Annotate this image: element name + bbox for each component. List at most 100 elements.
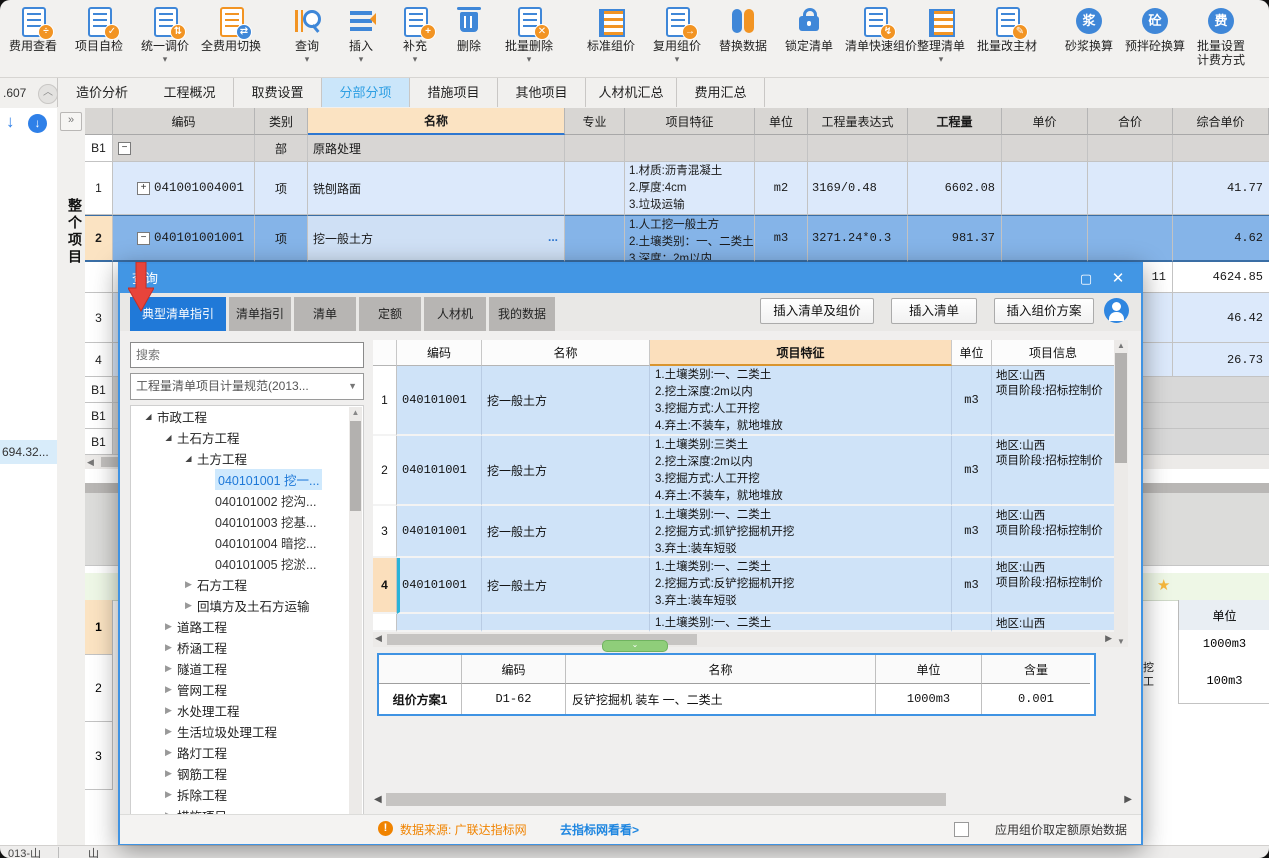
lower-row-number[interactable]: 2 bbox=[85, 655, 113, 722]
collapse-up-icon[interactable]: ︿ bbox=[38, 84, 58, 104]
toolbar-mortar-conversion[interactable]: 浆 砂浆换算 bbox=[1056, 6, 1122, 64]
collapse-row-icon[interactable]: − bbox=[118, 142, 131, 155]
col-header-code[interactable]: 编码 bbox=[113, 108, 255, 135]
collapse-row-icon[interactable]: − bbox=[137, 232, 150, 245]
result-horizontal-scrollbar[interactable]: ◀▶ bbox=[373, 632, 1114, 647]
toolbar-batch-fee-mode[interactable]: 费 批量设置计费方式 bbox=[1188, 6, 1254, 78]
side-panel-item[interactable]: 694.32... bbox=[0, 440, 57, 464]
search-input[interactable] bbox=[130, 342, 364, 368]
spec-select[interactable]: 工程量清单项目计量规范(2013...▼ bbox=[130, 373, 364, 400]
tab-measure-items[interactable]: 措施项目 bbox=[410, 78, 498, 107]
result-row-partial[interactable]: 1.土壤类别:一、二类土 地区:山西 bbox=[373, 614, 1114, 632]
table-row[interactable]: 1 +041001004001 项 铣刨路面 1.材质:沥青混凝土 2.厚度:4… bbox=[85, 162, 1269, 215]
tree-item[interactable]: ▶钢筋工程 bbox=[131, 763, 363, 784]
tree-scrollbar[interactable]: ▲ ▼ bbox=[349, 407, 362, 841]
tab-list[interactable]: 清单 bbox=[294, 297, 356, 331]
tab-subsection-items[interactable]: 分部分项 bbox=[322, 78, 410, 107]
apply-original-quota-checkbox[interactable] bbox=[954, 822, 969, 837]
tab-my-data[interactable]: 我的数据 bbox=[489, 297, 555, 331]
tree-item[interactable]: ▶道路工程 bbox=[131, 616, 363, 637]
toolbar-full-cost-switch[interactable]: ⇄ 全费用切换 bbox=[198, 6, 264, 64]
download-circle-icon[interactable]: ↓ bbox=[28, 114, 47, 133]
insert-list-and-price-button[interactable]: 插入清单及组价 bbox=[760, 298, 874, 324]
col-header-features[interactable]: 项目特征 bbox=[650, 340, 952, 366]
toolbar-unified-adjust-price[interactable]: ⇅ 统一调价 ▾ bbox=[132, 6, 198, 64]
scroll-left-icon[interactable]: ◀ bbox=[87, 455, 94, 469]
tree-item[interactable]: 040101004 暗挖... bbox=[131, 532, 363, 553]
lower-row-number[interactable]: 3 bbox=[85, 722, 113, 790]
toolbar-insert[interactable]: 插入 ▾ bbox=[334, 6, 388, 64]
user-avatar-icon[interactable] bbox=[1104, 298, 1129, 323]
toolbar-query[interactable]: 查询 ▾ bbox=[280, 6, 334, 64]
dropdown-caret-icon[interactable]: ▾ bbox=[527, 54, 532, 64]
tree-item[interactable]: ▶拆除工程 bbox=[131, 784, 363, 805]
close-icon[interactable]: ✕ bbox=[1103, 264, 1133, 293]
toolbar-lock-list[interactable]: 锁定清单 bbox=[776, 6, 842, 64]
index-site-link[interactable]: 去指标网看看> bbox=[560, 821, 639, 838]
tab-labor-material[interactable]: 人材机 bbox=[424, 297, 486, 331]
col-header-project-info[interactable]: 项目信息 bbox=[992, 340, 1114, 366]
expand-row-icon[interactable]: + bbox=[137, 182, 150, 195]
result-vertical-scrollbar[interactable]: ▲ ▼ bbox=[1114, 340, 1128, 647]
col-header-features[interactable]: 项目特征 bbox=[625, 108, 755, 135]
dialog-title-bar[interactable]: 查询 ▢ ✕ bbox=[120, 264, 1141, 293]
tree-item[interactable]: ▶回填方及土石方运输 bbox=[131, 595, 363, 616]
tree-item[interactable]: ◢土方工程 bbox=[131, 448, 363, 469]
result-row-selected[interactable]: 4 040101001 挖一般土方 1.土壤类别:一、二类土2.挖掘方式:反铲挖… bbox=[373, 558, 1114, 614]
col-header-profession[interactable]: 专业 bbox=[565, 108, 625, 135]
toolbar-self-check[interactable]: ✓ 项目自检 bbox=[66, 6, 132, 64]
toolbar-quick-pricing[interactable]: ↯ 清单快速组价 bbox=[842, 6, 908, 64]
favorite-star-icon[interactable]: ★ bbox=[1157, 576, 1170, 594]
col-header-code[interactable]: 编码 bbox=[397, 340, 482, 366]
tree-item[interactable]: ▶桥涵工程 bbox=[131, 637, 363, 658]
tab-quota[interactable]: 定额 bbox=[359, 297, 421, 331]
col-header-unit[interactable]: 单位 bbox=[952, 340, 992, 366]
result-row[interactable]: 1 040101001 挖一般土方 1.土壤类别:一、二类土2.挖土深度:2m以… bbox=[373, 366, 1114, 436]
dropdown-caret-icon[interactable]: ▾ bbox=[939, 54, 944, 64]
expand-panel-icon[interactable]: » bbox=[60, 112, 82, 131]
toolbar-cost-view[interactable]: ÷ 费用查看 bbox=[0, 6, 66, 64]
toolbar-replace-data[interactable]: 替换数据 bbox=[710, 6, 776, 64]
toolbar-batch-delete[interactable]: ✕ 批量删除 ▾ bbox=[496, 6, 562, 64]
tab-other-items[interactable]: 其他项目 bbox=[498, 78, 586, 107]
tree-item[interactable]: ▶水处理工程 bbox=[131, 700, 363, 721]
col-header-name[interactable]: 名称 bbox=[308, 108, 565, 135]
table-row-selected[interactable]: 2 −040101001001 项 挖一般土方... 1.人工挖一般土方 2.土… bbox=[85, 215, 1269, 262]
tab-project-overview[interactable]: 工程概况 bbox=[146, 78, 234, 107]
toolbar-batch-change-material[interactable]: ✎ 批量改主材 bbox=[974, 6, 1040, 64]
toolbar-reuse-pricing[interactable]: → 复用组价 ▾ bbox=[644, 6, 710, 64]
lower-row-number[interactable]: 1 bbox=[85, 600, 113, 655]
drag-handle[interactable]: ⌄ bbox=[602, 640, 668, 652]
dropdown-caret-icon[interactable]: ▾ bbox=[359, 54, 364, 64]
toolbar-concrete-conversion[interactable]: 砼 预拌砼换算 bbox=[1122, 6, 1188, 64]
tab-list-guide[interactable]: 清单指引 bbox=[229, 297, 291, 331]
tree-item[interactable]: ▶路灯工程 bbox=[131, 742, 363, 763]
col-header-total-price[interactable]: 合价 bbox=[1088, 108, 1173, 135]
tree-item[interactable]: ▶石方工程 bbox=[131, 574, 363, 595]
tree-item[interactable]: ◢市政工程 bbox=[131, 406, 363, 427]
download-arrow-icon[interactable]: ↓ bbox=[6, 112, 15, 132]
tree-item-selected[interactable]: 040101001 挖一... bbox=[131, 469, 363, 490]
dropdown-caret-icon[interactable]: ▾ bbox=[413, 54, 418, 64]
tree-item[interactable]: ▶管网工程 bbox=[131, 679, 363, 700]
tree-item[interactable]: 040101003 挖基... bbox=[131, 511, 363, 532]
tab-labor-material-summary[interactable]: 人材机汇总 bbox=[586, 78, 677, 107]
tree-item[interactable]: ▶隧道工程 bbox=[131, 658, 363, 679]
col-header-qty-expression[interactable]: 工程量表达式 bbox=[808, 108, 908, 135]
maximize-icon[interactable]: ▢ bbox=[1071, 264, 1101, 293]
toolbar-delete[interactable]: 删除 bbox=[442, 6, 496, 64]
dropdown-caret-icon[interactable]: ▾ bbox=[305, 54, 310, 64]
tree-item[interactable]: 040101002 挖沟... bbox=[131, 490, 363, 511]
tree-item[interactable]: 040101005 挖淤... bbox=[131, 553, 363, 574]
col-header-unit-price[interactable]: 单价 bbox=[1002, 108, 1088, 135]
dialog-horizontal-scrollbar[interactable]: ◀▶ bbox=[374, 792, 1132, 809]
col-header-unit[interactable]: 单位 bbox=[755, 108, 808, 135]
result-row[interactable]: 3 040101001 挖一般土方 1.土壤类别:一、二类土2.挖掘方式:抓铲挖… bbox=[373, 506, 1114, 558]
dropdown-caret-icon[interactable]: ▾ bbox=[163, 54, 168, 64]
tab-cost-analysis[interactable]: 造价分析 bbox=[57, 78, 147, 107]
more-options-icon[interactable]: ... bbox=[548, 230, 558, 244]
col-header-category[interactable]: 类别 bbox=[255, 108, 308, 135]
toolbar-organize-list[interactable]: 整理清单 ▾ bbox=[908, 6, 974, 64]
result-row[interactable]: 2 040101001 挖一般土方 1.土壤类别:三类土2.挖土深度:2m以内 … bbox=[373, 436, 1114, 506]
col-header-quantity[interactable]: 工程量 bbox=[908, 108, 1002, 135]
